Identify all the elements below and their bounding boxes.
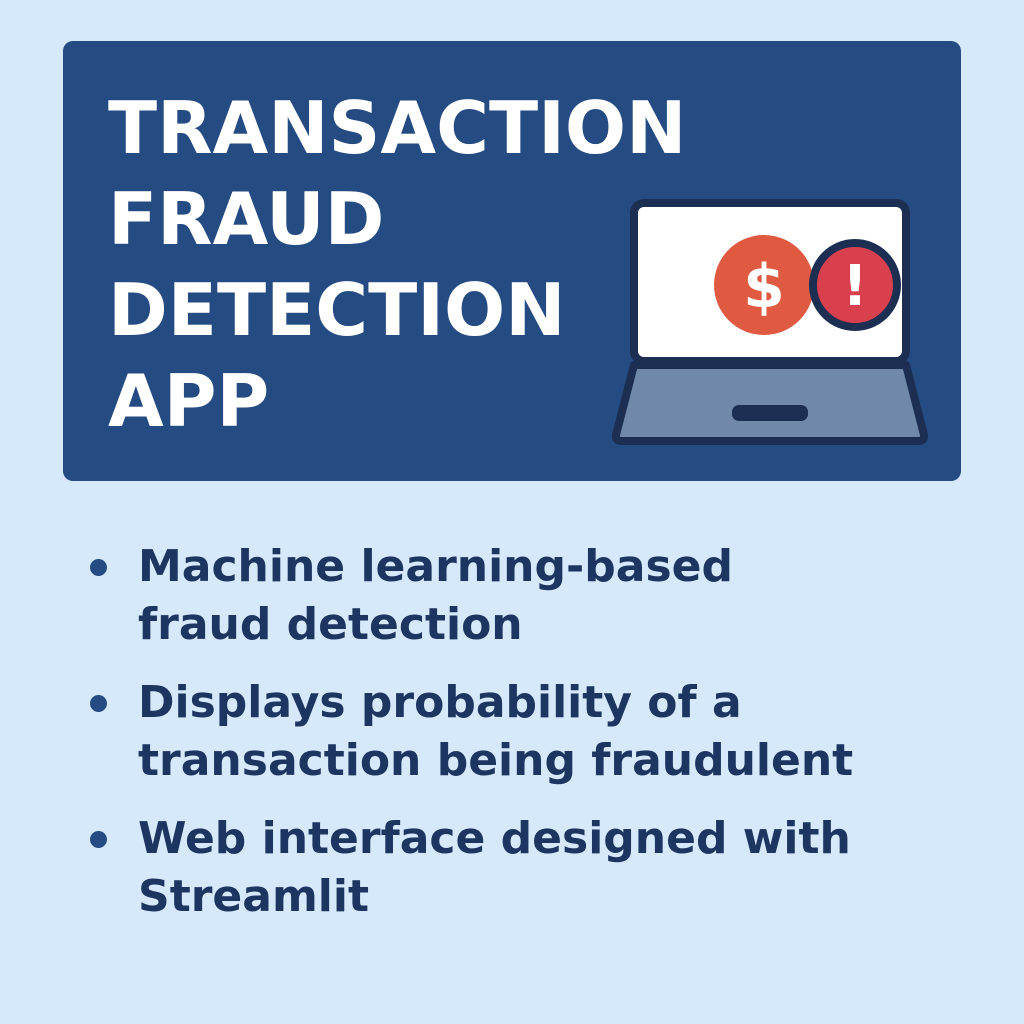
dollar-glyph: $: [743, 252, 785, 322]
bullet-dot: [90, 559, 107, 576]
title-line-3: DETECTION: [108, 268, 566, 352]
list-item: Machine learning-based fraud detection: [86, 538, 986, 654]
bullet-dot: [90, 831, 107, 848]
list-item: Displays probability of a transaction be…: [86, 674, 986, 790]
laptop-base: [612, 361, 928, 445]
dollar-sign-icon: $: [714, 235, 814, 335]
laptop-trackpad: [732, 405, 808, 421]
title-line-2: FRAUD: [108, 177, 385, 261]
title-banner: TRANSACTION FRAUD DETECTION APP $ !: [63, 41, 961, 481]
exclamation-alert-icon: !: [809, 239, 901, 331]
list-item-line: transaction being fraudulent: [138, 735, 854, 786]
list-item-line: Displays probability of a: [138, 677, 742, 728]
list-item-line: Streamlit: [138, 871, 369, 922]
feature-list: Machine learning-based fraud detection D…: [86, 538, 986, 946]
slide: TRANSACTION FRAUD DETECTION APP $ ! Mach…: [0, 0, 1024, 1024]
list-item-line: Machine learning-based: [138, 541, 733, 592]
laptop-icon: $ !: [612, 199, 928, 445]
title-line-4: APP: [108, 359, 270, 443]
bullet-dot: [90, 695, 107, 712]
alert-glyph: !: [842, 254, 868, 319]
list-item-line: Web interface designed with: [138, 813, 851, 864]
list-item-line: fraud detection: [138, 599, 523, 650]
title-line-1: TRANSACTION: [108, 86, 687, 170]
page-title: TRANSACTION FRAUD DETECTION APP: [108, 83, 686, 447]
list-item: Web interface designed with Streamlit: [86, 810, 986, 926]
